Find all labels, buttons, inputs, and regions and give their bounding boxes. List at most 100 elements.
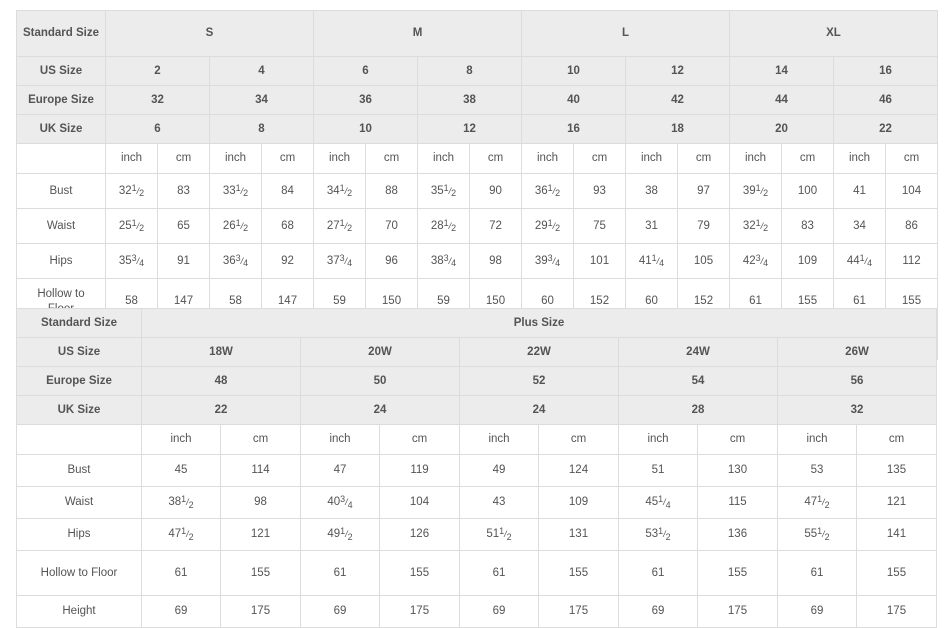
size-value-us-7: 16 xyxy=(833,56,938,86)
measurement-inch-1-2: 271/2 xyxy=(313,208,366,244)
measurement-label-hips: Hips xyxy=(16,243,106,279)
plus-group-header-row: Standard Size Plus Size xyxy=(16,308,937,338)
measurement-value: 381/2 xyxy=(168,494,194,510)
plus-measurement-inch-4-1: 69 xyxy=(300,595,380,628)
plus-measurement-inch-1-4: 471/2 xyxy=(777,486,857,519)
plus-measurement-row: Hips 471/2 121 491/2 126 511/2 131 531/2 136 551/… xyxy=(16,518,937,551)
size-value-us-3: 8 xyxy=(417,56,522,86)
plus-measurement-cm-0-4: 135 xyxy=(856,454,937,487)
measurement-row: Bust 321/2 83 331/2 84 341/2 88 351/2 90 361/2 93 3… xyxy=(16,173,938,209)
unit-inch-7: inch xyxy=(833,143,886,174)
measurement-cm-0-1: 84 xyxy=(261,173,314,209)
plus-measurement-inch-3-3: 61 xyxy=(618,550,698,596)
size-value-eu-1: 34 xyxy=(209,85,314,115)
plus-unit-cm-4: cm xyxy=(856,424,937,455)
plus-size-row-uk: UK Size 22 24 24 28 32 xyxy=(16,395,937,425)
plus-size-value-us-0: 18W xyxy=(141,337,301,367)
fraction: 1/2 xyxy=(339,217,353,234)
measurement-inch-1-0: 251/2 xyxy=(105,208,158,244)
plus-measurement-inch-3-2: 61 xyxy=(459,550,539,596)
size-value-eu-3: 38 xyxy=(417,85,522,115)
group-header-row: Standard Size S M L XL xyxy=(16,10,938,57)
fraction: 1/4 xyxy=(651,252,665,269)
plus-unit-inch-0: inch xyxy=(141,424,221,455)
plus-size-value-eu-3: 54 xyxy=(618,366,778,396)
plus-measurement-inch-3-4: 61 xyxy=(777,550,857,596)
plus-measurement-cm-0-3: 130 xyxy=(697,454,778,487)
fraction: 3/4 xyxy=(443,252,457,269)
plus-measurement-row: Bust 45 114 47 119 49 124 51 130 53 135 xyxy=(16,454,937,487)
plus-measurement-inch-0-2: 49 xyxy=(459,454,539,487)
plus-measurement-inch-4-3: 69 xyxy=(618,595,698,628)
measurement-cm-1-0: 65 xyxy=(157,208,210,244)
row-header-us: US Size xyxy=(16,56,106,86)
plus-size-row-eu: Europe Size 48 50 52 54 56 xyxy=(16,366,937,396)
measurement-value: 373/4 xyxy=(326,252,353,269)
fraction: 1/2 xyxy=(131,182,145,199)
size-row-eu: Europe Size 32 34 36 38 40 42 44 46 xyxy=(16,85,938,115)
plus-size-value-eu-4: 56 xyxy=(777,366,937,396)
unit-cm-4: cm xyxy=(573,143,626,174)
measurement-value: 393/4 xyxy=(534,252,561,269)
plus-measurement-cm-0-2: 124 xyxy=(538,454,619,487)
plus-measurement-label-hips: Hips xyxy=(16,518,142,551)
fraction: 3/4 xyxy=(131,252,145,269)
plus-measurement-inch-1-2: 43 xyxy=(459,486,539,519)
measurement-inch-1-6: 321/2 xyxy=(729,208,782,244)
plus-size-value-uk-2: 24 xyxy=(459,395,619,425)
fraction: 1/2 xyxy=(181,494,194,510)
plus-unit-inch-3: inch xyxy=(618,424,698,455)
size-group-header-s: S xyxy=(105,10,314,57)
plus-measurement-label-bust: Bust xyxy=(16,454,142,487)
size-value-us-0: 2 xyxy=(105,56,210,86)
measurement-value: 471/2 xyxy=(168,526,194,542)
plus-measurement-cm-2-4: 141 xyxy=(856,518,937,551)
size-value-eu-5: 42 xyxy=(625,85,730,115)
plus-measurement-cm-2-3: 136 xyxy=(697,518,778,551)
plus-measurement-cm-1-3: 115 xyxy=(697,486,778,519)
measurement-value: 451/4 xyxy=(645,494,671,510)
measurement-value: 471/2 xyxy=(804,494,830,510)
fraction: 1/2 xyxy=(235,182,249,199)
plus-unit-cm-3: cm xyxy=(697,424,778,455)
unit-inch-3: inch xyxy=(417,143,470,174)
fraction: 1/2 xyxy=(755,217,769,234)
plus-unit-row-spacer xyxy=(16,424,142,455)
measurement-inch-1-3: 281/2 xyxy=(417,208,470,244)
unit-inch-0: inch xyxy=(105,143,158,174)
plus-size-value-us-3: 24W xyxy=(618,337,778,367)
measurement-cm-1-6: 83 xyxy=(781,208,834,244)
fraction: 1/2 xyxy=(339,182,353,199)
measurement-inch-1-7: 34 xyxy=(833,208,886,244)
measurement-row: Waist 251/2 65 261/2 68 271/2 70 281/2 72 291/2 75… xyxy=(16,208,938,244)
measurement-cm-2-3: 98 xyxy=(469,243,522,279)
plus-size-value-uk-3: 28 xyxy=(618,395,778,425)
plus-measurement-cm-3-3: 155 xyxy=(697,550,778,596)
measurement-cm-2-7: 112 xyxy=(885,243,938,279)
measurement-value: 331/2 xyxy=(222,182,249,199)
measurement-row: Hips 353/4 91 363/4 92 373/4 96 383/4 98 393/4 101… xyxy=(16,243,938,279)
measurement-label-line1: Hollow to xyxy=(37,288,85,301)
unit-inch-4: inch xyxy=(521,143,574,174)
unit-cm-6: cm xyxy=(781,143,834,174)
fraction: 3/4 xyxy=(235,252,249,269)
fraction: 1/2 xyxy=(443,217,457,234)
fraction: 1/2 xyxy=(547,182,561,199)
size-value-uk-3: 12 xyxy=(417,114,522,144)
measurement-cm-0-7: 104 xyxy=(885,173,938,209)
plus-measurement-inch-3-1: 61 xyxy=(300,550,380,596)
size-value-eu-6: 44 xyxy=(729,85,834,115)
plus-measurement-cm-1-2: 109 xyxy=(538,486,619,519)
plus-measurement-cm-3-1: 155 xyxy=(379,550,460,596)
unit-cm-3: cm xyxy=(469,143,522,174)
plus-size-value-eu-2: 52 xyxy=(459,366,619,396)
fraction: 1/2 xyxy=(499,526,512,542)
plus-measurement-inch-2-3: 531/2 xyxy=(618,518,698,551)
measurement-cm-0-2: 88 xyxy=(365,173,418,209)
size-value-uk-0: 6 xyxy=(105,114,210,144)
plus-measurement-cm-3-0: 155 xyxy=(220,550,301,596)
plus-unit-cm-0: cm xyxy=(220,424,301,455)
plus-measurement-cm-0-1: 119 xyxy=(379,454,460,487)
fraction: 1/4 xyxy=(859,252,873,269)
measurement-cm-2-0: 91 xyxy=(157,243,210,279)
